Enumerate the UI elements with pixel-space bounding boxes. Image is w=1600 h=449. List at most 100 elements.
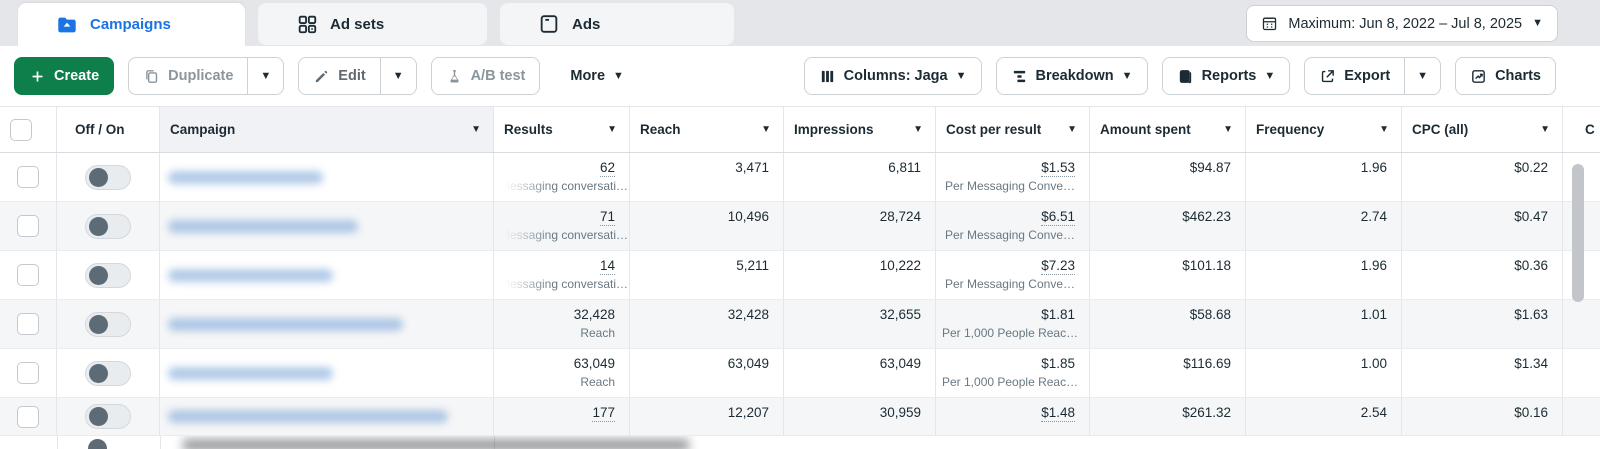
- column-header-campaign[interactable]: Campaign ▼: [160, 107, 494, 152]
- cost-per-result-value: $7.23: [1041, 258, 1075, 275]
- amount-spent-cell: $261.32: [1090, 398, 1246, 435]
- row-checkbox[interactable]: [17, 405, 39, 428]
- edit-label: Edit: [338, 68, 366, 84]
- column-header-cost-per-result[interactable]: Cost per result ▼: [936, 107, 1090, 152]
- vertical-scrollbar-thumb[interactable]: [1572, 164, 1584, 302]
- edit-split-button: Edit ▼: [298, 57, 417, 95]
- more-button[interactable]: More ▼: [564, 68, 630, 84]
- duplicate-icon: [146, 69, 158, 83]
- column-header-cpc[interactable]: CPC (all) ▼: [1402, 107, 1563, 152]
- breakdown-button[interactable]: Breakdown ▼: [995, 57, 1148, 95]
- column-header-clipped[interactable]: C: [1563, 107, 1600, 152]
- tab-ads[interactable]: Ads: [500, 3, 734, 45]
- frequency-value: 1.01: [1360, 307, 1387, 322]
- reach-cell: 10,496: [630, 202, 784, 250]
- toolbar-right-group: Columns: Jaga ▼ Breakdown ▼ Reports ▼ Ex…: [803, 57, 1556, 95]
- campaign-toggle-off[interactable]: [85, 311, 131, 337]
- partial-toggle-knob[interactable]: [88, 439, 107, 449]
- toggle-knob: [89, 363, 108, 383]
- frequency-value: 2.74: [1360, 209, 1387, 224]
- campaign-name-redacted[interactable]: [168, 317, 403, 331]
- cost-per-result-sublabel: Per Messaging Conve…: [944, 179, 1075, 193]
- date-range-label: Maximum: Jun 8, 2022 – Jul 8, 2025: [1288, 15, 1523, 32]
- duplicate-button[interactable]: Duplicate: [129, 58, 247, 94]
- redacted-summary-text: [182, 439, 690, 449]
- campaign-toggle-off[interactable]: [85, 213, 131, 239]
- export-split-button: Export ▼: [1304, 57, 1442, 95]
- frequency-header-label: Frequency: [1256, 122, 1325, 137]
- impressions-cell: 30,959: [784, 398, 936, 435]
- campaign-name-redacted[interactable]: [168, 366, 333, 380]
- reach-cell: 12,207: [630, 398, 784, 435]
- cost-per-result-cell: $7.23 Per Messaging Conve…: [936, 251, 1090, 299]
- amount-spent-cell: $94.87: [1090, 153, 1246, 201]
- campaign-toggle-off[interactable]: [85, 404, 131, 429]
- sort-caret-icon: ▼: [1540, 124, 1550, 135]
- row-checkbox[interactable]: [17, 264, 39, 286]
- row-checkbox[interactable]: [17, 215, 39, 237]
- create-button[interactable]: Create: [14, 57, 115, 95]
- column-header-results[interactable]: Results ▼: [494, 107, 630, 152]
- edit-button[interactable]: Edit: [299, 58, 379, 94]
- duplicate-dropdown-button[interactable]: ▼: [247, 58, 283, 94]
- results-cell: 14 Messaging conversati…: [494, 251, 630, 299]
- ads-card-icon: [540, 15, 558, 33]
- charts-button[interactable]: Charts: [1455, 57, 1556, 95]
- reports-button[interactable]: Reports ▼: [1161, 57, 1291, 95]
- campaign-name-cell: [160, 202, 494, 250]
- reports-label: Reports: [1201, 68, 1257, 84]
- cost-per-result-value: $1.85: [1041, 356, 1075, 371]
- row-checkbox[interactable]: [17, 313, 39, 335]
- export-label: Export: [1344, 68, 1391, 84]
- amount-spent-value: $116.69: [1183, 356, 1231, 371]
- tab-ad-sets[interactable]: Ad sets: [258, 3, 487, 45]
- pencil-icon: [316, 70, 328, 82]
- columns-button[interactable]: Columns: Jaga ▼: [803, 57, 982, 95]
- campaign-name-redacted[interactable]: [168, 219, 358, 233]
- campaign-name-redacted[interactable]: [168, 170, 323, 184]
- export-dropdown-button[interactable]: ▼: [1404, 58, 1440, 94]
- reach-value: 5,211: [736, 258, 769, 273]
- duplicate-split-button: Duplicate ▼: [128, 57, 285, 95]
- amount-spent-value: $94.87: [1189, 160, 1231, 175]
- column-header-amount-spent[interactable]: Amount spent ▼: [1090, 107, 1246, 152]
- impressions-value: 63,049: [879, 356, 921, 371]
- export-button[interactable]: Export: [1305, 58, 1404, 94]
- row-checkbox[interactable]: [17, 166, 39, 188]
- campaign-toggle-off[interactable]: [85, 164, 131, 190]
- campaign-row: 177 12,207 30,959 $1.48 $261.32 2.54 $0.…: [0, 398, 1600, 436]
- impressions-value: 10,222: [879, 258, 921, 273]
- toggle-knob: [89, 407, 108, 426]
- cost-per-result-cell: $1.85 Per 1,000 People Reac…: [936, 349, 1090, 397]
- cost-per-result-cell: $1.81 Per 1,000 People Reac…: [936, 300, 1090, 348]
- impressions-cell: 6,811: [784, 153, 936, 201]
- campaign-row: 63,049 Reach 63,049 63,049 $1.85 Per 1,0…: [0, 349, 1600, 398]
- results-sublabel: Reach: [580, 375, 615, 389]
- clipped-column-cell: [1563, 349, 1600, 397]
- date-range-button[interactable]: Maximum: Jun 8, 2022 – Jul 8, 2025 ▼: [1246, 5, 1558, 42]
- campaign-toggle-off[interactable]: [85, 262, 131, 288]
- edit-dropdown-button[interactable]: ▼: [379, 58, 416, 94]
- toolbar-left-group: Create Duplicate ▼ Edit ▼ A/B test More …: [14, 57, 630, 95]
- impressions-value: 28,724: [879, 209, 921, 224]
- export-icon: [1322, 69, 1335, 82]
- cpc-cell: $0.22: [1402, 153, 1563, 201]
- campaign-name-redacted[interactable]: [168, 268, 333, 282]
- results-value: 62: [599, 160, 615, 177]
- campaign-toggle-off[interactable]: [85, 360, 131, 386]
- campaign-row: 32,428 Reach 32,428 32,655 $1.81 Per 1,0…: [0, 300, 1600, 349]
- select-all-checkbox[interactable]: [10, 118, 32, 141]
- row-toggle-cell: [57, 251, 160, 299]
- column-header-impressions[interactable]: Impressions ▼: [784, 107, 936, 152]
- amount-spent-value: $58.68: [1189, 307, 1231, 322]
- column-header-reach[interactable]: Reach ▼: [630, 107, 784, 152]
- clipped-column-cell: [1563, 398, 1600, 435]
- row-toggle-cell: [57, 300, 160, 348]
- column-header-frequency[interactable]: Frequency ▼: [1246, 107, 1402, 152]
- campaign-name-redacted[interactable]: [168, 410, 448, 423]
- row-checkbox[interactable]: [17, 362, 39, 384]
- tab-campaigns[interactable]: Campaigns: [18, 3, 245, 46]
- frequency-value: 1.96: [1360, 160, 1387, 175]
- results-value: 32,428: [573, 307, 615, 322]
- ab-test-button[interactable]: A/B test: [430, 57, 541, 95]
